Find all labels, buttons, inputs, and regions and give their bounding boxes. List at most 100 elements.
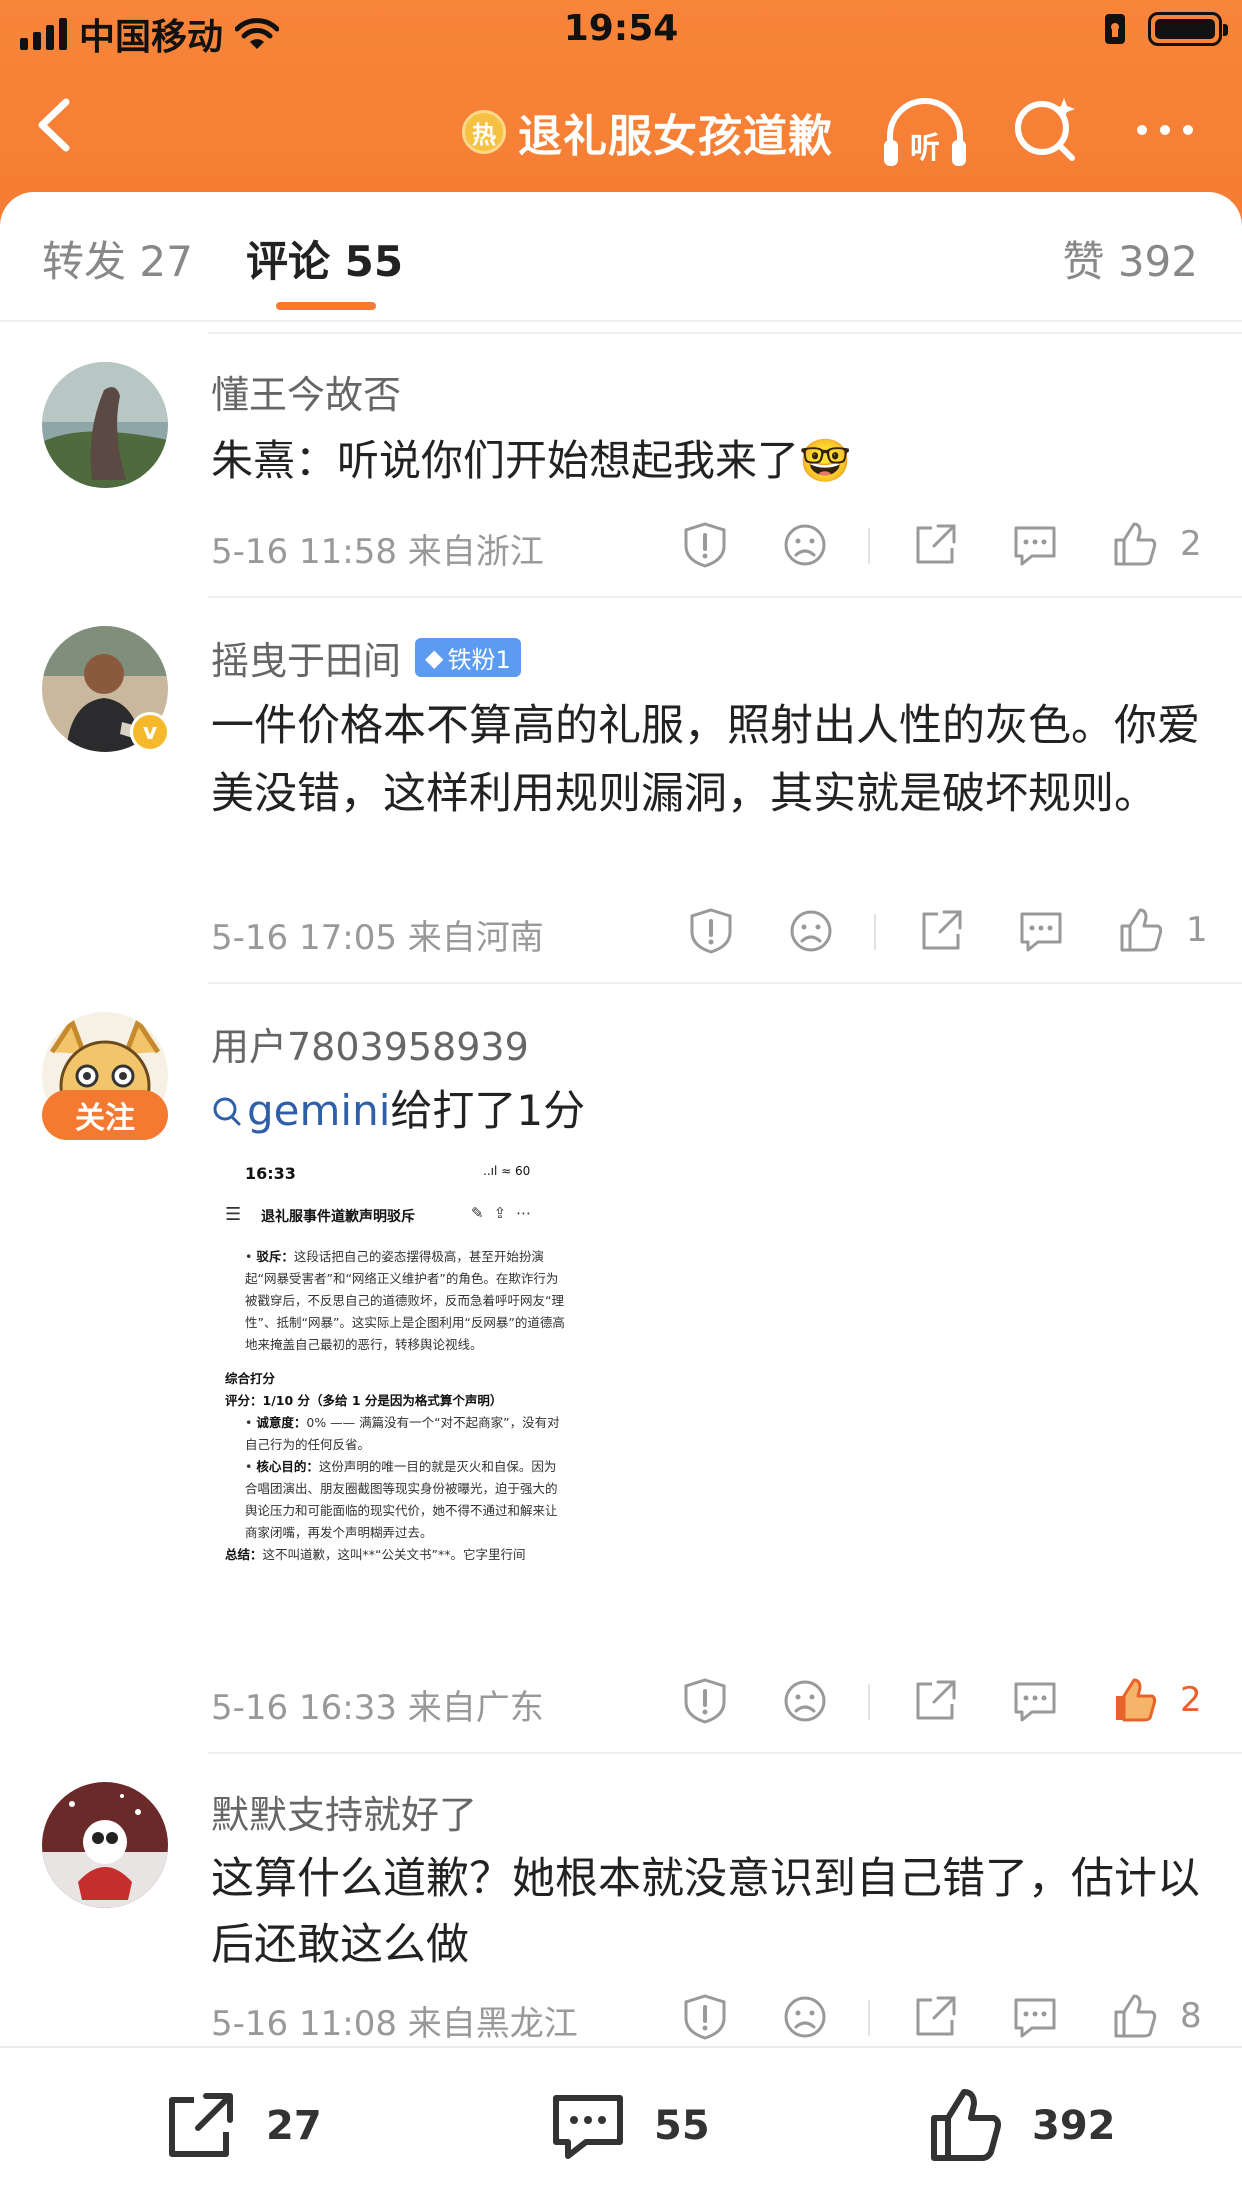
embed-p1-text: 这段话把自己的姿态摆得极高，甚至开始扮演起“网暴受害者”和“网络正义维护者”的角… xyxy=(245,1249,565,1352)
tab-like[interactable]: 赞 392 xyxy=(1062,228,1198,289)
dislike-icon[interactable] xyxy=(780,520,830,570)
status-bar: 中国移动 19:54 xyxy=(0,0,1242,62)
tab-repost[interactable]: 转发 27 xyxy=(42,228,193,289)
report-icon[interactable] xyxy=(680,1676,730,1726)
like-icon[interactable] xyxy=(1116,906,1166,956)
tab-bar: 转发 27 评论 55 赞 392 xyxy=(0,192,1242,322)
share-icon[interactable] xyxy=(910,520,960,570)
orientation-lock-icon xyxy=(1105,14,1125,44)
nav-bar: 热 退礼服女孩道歉 听 xyxy=(0,70,1242,180)
listen-headphone-icon[interactable]: 听 xyxy=(880,92,970,172)
embed-body: • 驳斥：这段话把自己的姿态摆得极高，甚至开始扮演起“网暴受害者”和“网络正义维… xyxy=(225,1249,565,1562)
comment-count: 55 xyxy=(654,2103,710,2149)
topic-title[interactable]: 热 退礼服女孩道歉 xyxy=(462,100,833,164)
repost-icon xyxy=(169,2093,233,2157)
reply-icon[interactable] xyxy=(1016,906,1066,956)
comment-username[interactable]: 懂王今故否 xyxy=(211,364,401,419)
bottom-action-bar: 27 55 392 xyxy=(0,2046,1242,2208)
separator xyxy=(868,528,870,564)
status-time: 19:54 xyxy=(563,8,679,49)
fan-badge[interactable]: ◆ 铁粉1 xyxy=(415,638,521,677)
report-icon[interactable] xyxy=(686,906,736,956)
comment-text: gemini给打了1分 xyxy=(211,1078,1211,1144)
comment-meta: 5-16 16:33 来自广东 xyxy=(211,1688,544,1728)
hot-badge: 热 xyxy=(462,110,506,154)
more-icon[interactable] xyxy=(1130,100,1200,160)
comment-actions: 2 xyxy=(680,1676,1202,1736)
embed-toolbar-icons: ✎⇪⋯ xyxy=(471,1204,542,1222)
embed-menu-icon: ☰ xyxy=(225,1204,242,1225)
reply-icon[interactable] xyxy=(1010,520,1060,570)
embed-score: 评分：1/10 分（多给 1 分是因为格式算个声明） xyxy=(225,1393,503,1408)
comment-username[interactable]: 用户7803958939 xyxy=(211,1016,529,1071)
divider xyxy=(208,332,1242,334)
username-text: 用户7803958939 xyxy=(211,1025,529,1069)
embed-section: 综合打分 xyxy=(225,1371,276,1386)
divider xyxy=(208,982,1242,984)
username-text: 摇曳于田间 xyxy=(211,639,402,683)
follow-button[interactable]: 关注 xyxy=(42,1090,168,1140)
comment-actions: 8 xyxy=(680,1992,1202,2052)
repost-button[interactable]: 27 xyxy=(160,2086,322,2166)
avatar[interactable] xyxy=(42,362,168,488)
search-icon xyxy=(213,1097,241,1126)
back-icon[interactable] xyxy=(26,90,86,160)
reply-icon[interactable] xyxy=(1010,1992,1060,2042)
comment-meta: 5-16 11:58 来自浙江 xyxy=(211,532,544,572)
embed-b2-label: 核心目的： xyxy=(256,1459,319,1474)
share-icon[interactable] xyxy=(910,1992,960,2042)
separator xyxy=(868,2000,870,2036)
comment-actions: 1 xyxy=(686,906,1208,966)
comment-username[interactable]: 摇曳于田间 ◆ 铁粉1 xyxy=(211,630,521,685)
like-icon[interactable] xyxy=(1110,1992,1160,2042)
like-count: 1 xyxy=(1186,910,1208,950)
like-icon xyxy=(931,2089,1001,2161)
search-tag-link[interactable]: gemini xyxy=(211,1086,390,1135)
divider xyxy=(208,1752,1242,1754)
embed-title: 退礼服事件道歉声明驳斥 xyxy=(261,1209,415,1225)
embed-p1-label: 驳斥： xyxy=(256,1249,294,1264)
report-icon[interactable] xyxy=(680,1992,730,2042)
reply-icon[interactable] xyxy=(1010,1676,1060,1726)
like-count: 2 xyxy=(1180,1680,1202,1720)
fan-badge-label: 铁粉1 xyxy=(447,646,511,674)
search-icon[interactable] xyxy=(1010,90,1080,170)
battery-icon xyxy=(1148,12,1228,46)
comment-text: 一件价格本不算高的礼服，照射出人性的灰色。你爱美没错，这样利用规则漏洞，其实就是… xyxy=(211,701,1200,819)
embed-b1-label: 诚意度： xyxy=(256,1415,307,1430)
comment-meta: 5-16 11:08 来自黑龙江 xyxy=(211,2004,578,2044)
comment-meta: 5-16 17:05 来自河南 xyxy=(211,918,544,958)
comment-button[interactable]: 55 xyxy=(548,2086,710,2166)
comment-icon xyxy=(553,2095,623,2159)
like-count: 2 xyxy=(1180,524,1202,564)
comment-image[interactable]: 16:33 ..ıl ≈ 60 ☰ 退礼服事件道歉声明驳斥 ✎⇪⋯ • 驳斥：这… xyxy=(211,1150,581,1650)
dislike-icon[interactable] xyxy=(786,906,836,956)
separator xyxy=(868,1684,870,1720)
embed-summary-label: 总结： xyxy=(225,1547,263,1562)
like-icon[interactable] xyxy=(1110,520,1160,570)
report-icon[interactable] xyxy=(680,520,730,570)
page-title: 退礼服女孩道歉 xyxy=(518,111,833,162)
like-count-total: 392 xyxy=(1032,2103,1116,2149)
repost-count: 27 xyxy=(266,2103,322,2149)
username-text: 默默支持就好了 xyxy=(211,1793,478,1837)
dislike-icon[interactable] xyxy=(780,1676,830,1726)
avatar[interactable] xyxy=(42,1782,168,1908)
comment-text: 这算什么道歉？她根本就没意识到自己错了，估计以后还敢这么做 xyxy=(211,1854,1200,1970)
tab-active-indicator xyxy=(276,302,376,310)
like-icon-active[interactable] xyxy=(1110,1676,1160,1726)
search-tag-text: gemini xyxy=(247,1086,391,1135)
verified-icon: v xyxy=(130,712,170,752)
tab-comment[interactable]: 评论 55 xyxy=(246,228,403,289)
diamond-icon: ◆ xyxy=(425,643,444,672)
comment-username[interactable]: 默默支持就好了 xyxy=(211,1784,477,1839)
share-icon[interactable] xyxy=(916,906,966,956)
embed-time: 16:33 xyxy=(245,1164,296,1183)
like-button[interactable]: 392 xyxy=(926,2086,1116,2166)
embed-status: ..ıl ≈ 60 xyxy=(483,1164,531,1178)
dislike-icon[interactable] xyxy=(780,1992,830,2042)
comment-text: 朱熹：听说你们开始想起我来了🤓 xyxy=(211,436,852,485)
share-icon[interactable] xyxy=(910,1676,960,1726)
separator xyxy=(874,914,876,950)
username-text: 懂王今故否 xyxy=(211,373,402,417)
